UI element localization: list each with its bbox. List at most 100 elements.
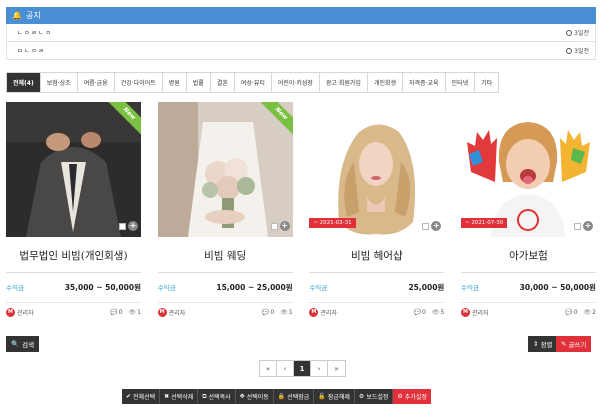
eye-icon: 👁	[280, 309, 288, 316]
unlock-icon: 🔓	[318, 393, 326, 400]
board-settings-button[interactable]: ⚙ 보드설정	[354, 389, 394, 404]
tab-internet[interactable]: 인터넷	[446, 73, 476, 92]
tab-etc[interactable]: 기타	[475, 73, 498, 92]
check-icon: ✔	[126, 393, 132, 400]
gallery-card[interactable]: New + 비빔 웨딩 수익금 15,000 ~ 25,000원 M 관리자 💬0…	[157, 102, 293, 317]
comment-count: 0	[422, 309, 426, 316]
tab-finance[interactable]: 여름·금융	[78, 73, 115, 92]
pagination: « ‹ 1 › »	[259, 360, 346, 377]
tab-rehab[interactable]: 개인회생	[368, 73, 404, 92]
tab-insurance[interactable]: 보험·상조	[41, 73, 78, 92]
view-count: 1	[137, 309, 141, 316]
eye-icon: 👁	[431, 309, 440, 316]
comment-icon: 💬	[413, 309, 422, 316]
card-title[interactable]: 법무법인 비빔(개인회생)	[6, 248, 141, 266]
gallery-card[interactable]: ~ 2021-03-31 + 비빔 헤어샵 수익금 25,000원 M 관리자 💬…	[309, 102, 445, 317]
sort-icon: ⇕	[533, 340, 539, 348]
page-first-button[interactable]: «	[260, 361, 277, 376]
category-tabs: 전체(4) 보험·상조 여름·금융 건강·다이어트 병원 법률 결혼 여성·뷰티…	[6, 72, 500, 93]
price-label: 수익금	[6, 284, 24, 292]
gallery-card[interactable]: ~ 2021-07-30 + 아가보험 수익금 30,000 ~ 50,000원…	[460, 102, 596, 317]
tab-kids[interactable]: 어린이·키성장	[272, 73, 320, 92]
lawyer-photo	[6, 102, 141, 237]
tab-health[interactable]: 건강·다이어트	[115, 73, 163, 92]
comment-count: 0	[573, 309, 578, 316]
eye-icon: 👁	[128, 309, 137, 316]
avatar: M	[460, 308, 470, 317]
search-button-label: 검색	[22, 341, 35, 349]
notice-header: 🔔 공지	[6, 7, 596, 24]
sort-button[interactable]: ⇕ 정렬	[528, 336, 558, 352]
notice-item-title[interactable]: ㄴㅇㄹㄴㅇ	[17, 28, 53, 37]
copy-selected-button[interactable]: ⧉ 선택복사	[198, 389, 236, 404]
select-checkbox[interactable]	[422, 222, 430, 230]
bell-icon: 🔔	[12, 11, 22, 20]
card-title[interactable]: 비빔 웨딩	[158, 248, 293, 266]
select-checkbox[interactable]	[119, 222, 126, 230]
card-thumbnail[interactable]: ~ 2021-07-30 +	[460, 102, 596, 237]
tab-wedding[interactable]: 결혼	[211, 73, 235, 92]
card-thumbnail[interactable]: New +	[157, 102, 293, 237]
notice-item[interactable]: ㄴㅇㄹㄴㅇ 3일전	[6, 24, 596, 42]
page-current[interactable]: 1	[294, 361, 311, 376]
search-button[interactable]: 🔍 검색	[6, 336, 40, 352]
child-photo	[460, 102, 596, 237]
price-label: 수익금	[157, 284, 176, 292]
tab-law[interactable]: 법률	[187, 73, 211, 92]
card-thumbnail[interactable]: ~ 2021-03-31 +	[309, 102, 445, 237]
write-button[interactable]: ✎ 글쓰기	[556, 336, 592, 352]
tab-beauty[interactable]: 여성·뷰티	[235, 73, 272, 92]
comment-count: 0	[118, 309, 123, 316]
comment-icon: 💬	[565, 309, 573, 316]
notice-item-title[interactable]: ㅁㄴㅇㄹ	[17, 46, 45, 55]
tab-education[interactable]: 자격증·교육	[403, 73, 446, 92]
gears-icon: ⚙	[397, 393, 403, 400]
write-button-label: 글쓰기	[568, 341, 587, 349]
select-all-button[interactable]: ✔ 전체선택	[122, 389, 161, 404]
comment-icon: 💬	[110, 309, 118, 316]
view-count: 1	[288, 309, 293, 316]
price-value: 35,000 ~ 50,000원	[64, 282, 141, 292]
author-name: 관리자	[471, 310, 489, 317]
avatar: M	[309, 308, 319, 317]
card-thumbnail[interactable]: New +	[6, 102, 141, 237]
notice-item-ago: 3일전	[574, 48, 589, 55]
view-count: 5	[440, 309, 445, 316]
plus-icon[interactable]: +	[582, 221, 593, 231]
select-checkbox[interactable]	[573, 222, 581, 230]
price-label: 수익금	[309, 284, 328, 292]
clock-icon	[566, 30, 573, 36]
move-icon: ✥	[239, 393, 245, 400]
page-prev-button[interactable]: ‹	[277, 361, 294, 376]
page-next-button[interactable]: ›	[311, 361, 328, 376]
author-name: 관리자	[320, 310, 337, 317]
notice-header-label: 공지	[25, 11, 41, 20]
notice-item[interactable]: ㅁㄴㅇㄹ 3일전	[6, 42, 596, 60]
price-value: 15,000 ~ 25,000원	[216, 282, 293, 292]
card-title[interactable]: 아가보험	[461, 248, 596, 266]
plus-icon[interactable]: +	[128, 221, 138, 231]
gallery-card[interactable]: New + 법무법인 비빔(개인회생) 수익금 35,000 ~ 50,000원…	[6, 102, 141, 317]
avatar: M	[6, 308, 15, 317]
extra-settings-button[interactable]: ⚙ 추가설정	[393, 389, 431, 404]
lock-selected-button[interactable]: 🔒 선택잠금	[273, 389, 315, 404]
card-title[interactable]: 비빔 헤어샵	[309, 248, 444, 266]
unlock-button[interactable]: 🔓 잠금해제	[314, 389, 355, 404]
notice-box: 🔔 공지 ㄴㅇㄹㄴㅇ 3일전 ㅁㄴㅇㄹ 3일전	[6, 7, 596, 60]
date-badge: ~ 2021-03-31	[309, 218, 356, 228]
hair-photo	[309, 102, 445, 237]
select-checkbox[interactable]	[270, 222, 278, 230]
tab-ads[interactable]: 광고·회원가입	[320, 73, 368, 92]
view-count: 2	[592, 309, 596, 316]
author-name: 관리자	[17, 310, 34, 317]
plus-icon[interactable]: +	[279, 221, 290, 231]
tab-all[interactable]: 전체(4)	[7, 73, 41, 92]
price-value: 25,000원	[408, 282, 445, 292]
page-last-button[interactable]: »	[328, 361, 345, 376]
move-selected-button[interactable]: ✥ 선택이동	[235, 389, 274, 404]
plus-icon[interactable]: +	[431, 221, 442, 231]
price-value: 30,000 ~ 50,000원	[519, 282, 596, 292]
tab-hospital[interactable]: 병원	[163, 73, 187, 92]
delete-selected-button[interactable]: ✖ 선택삭제	[160, 389, 199, 404]
search-icon: 🔍	[11, 340, 20, 348]
